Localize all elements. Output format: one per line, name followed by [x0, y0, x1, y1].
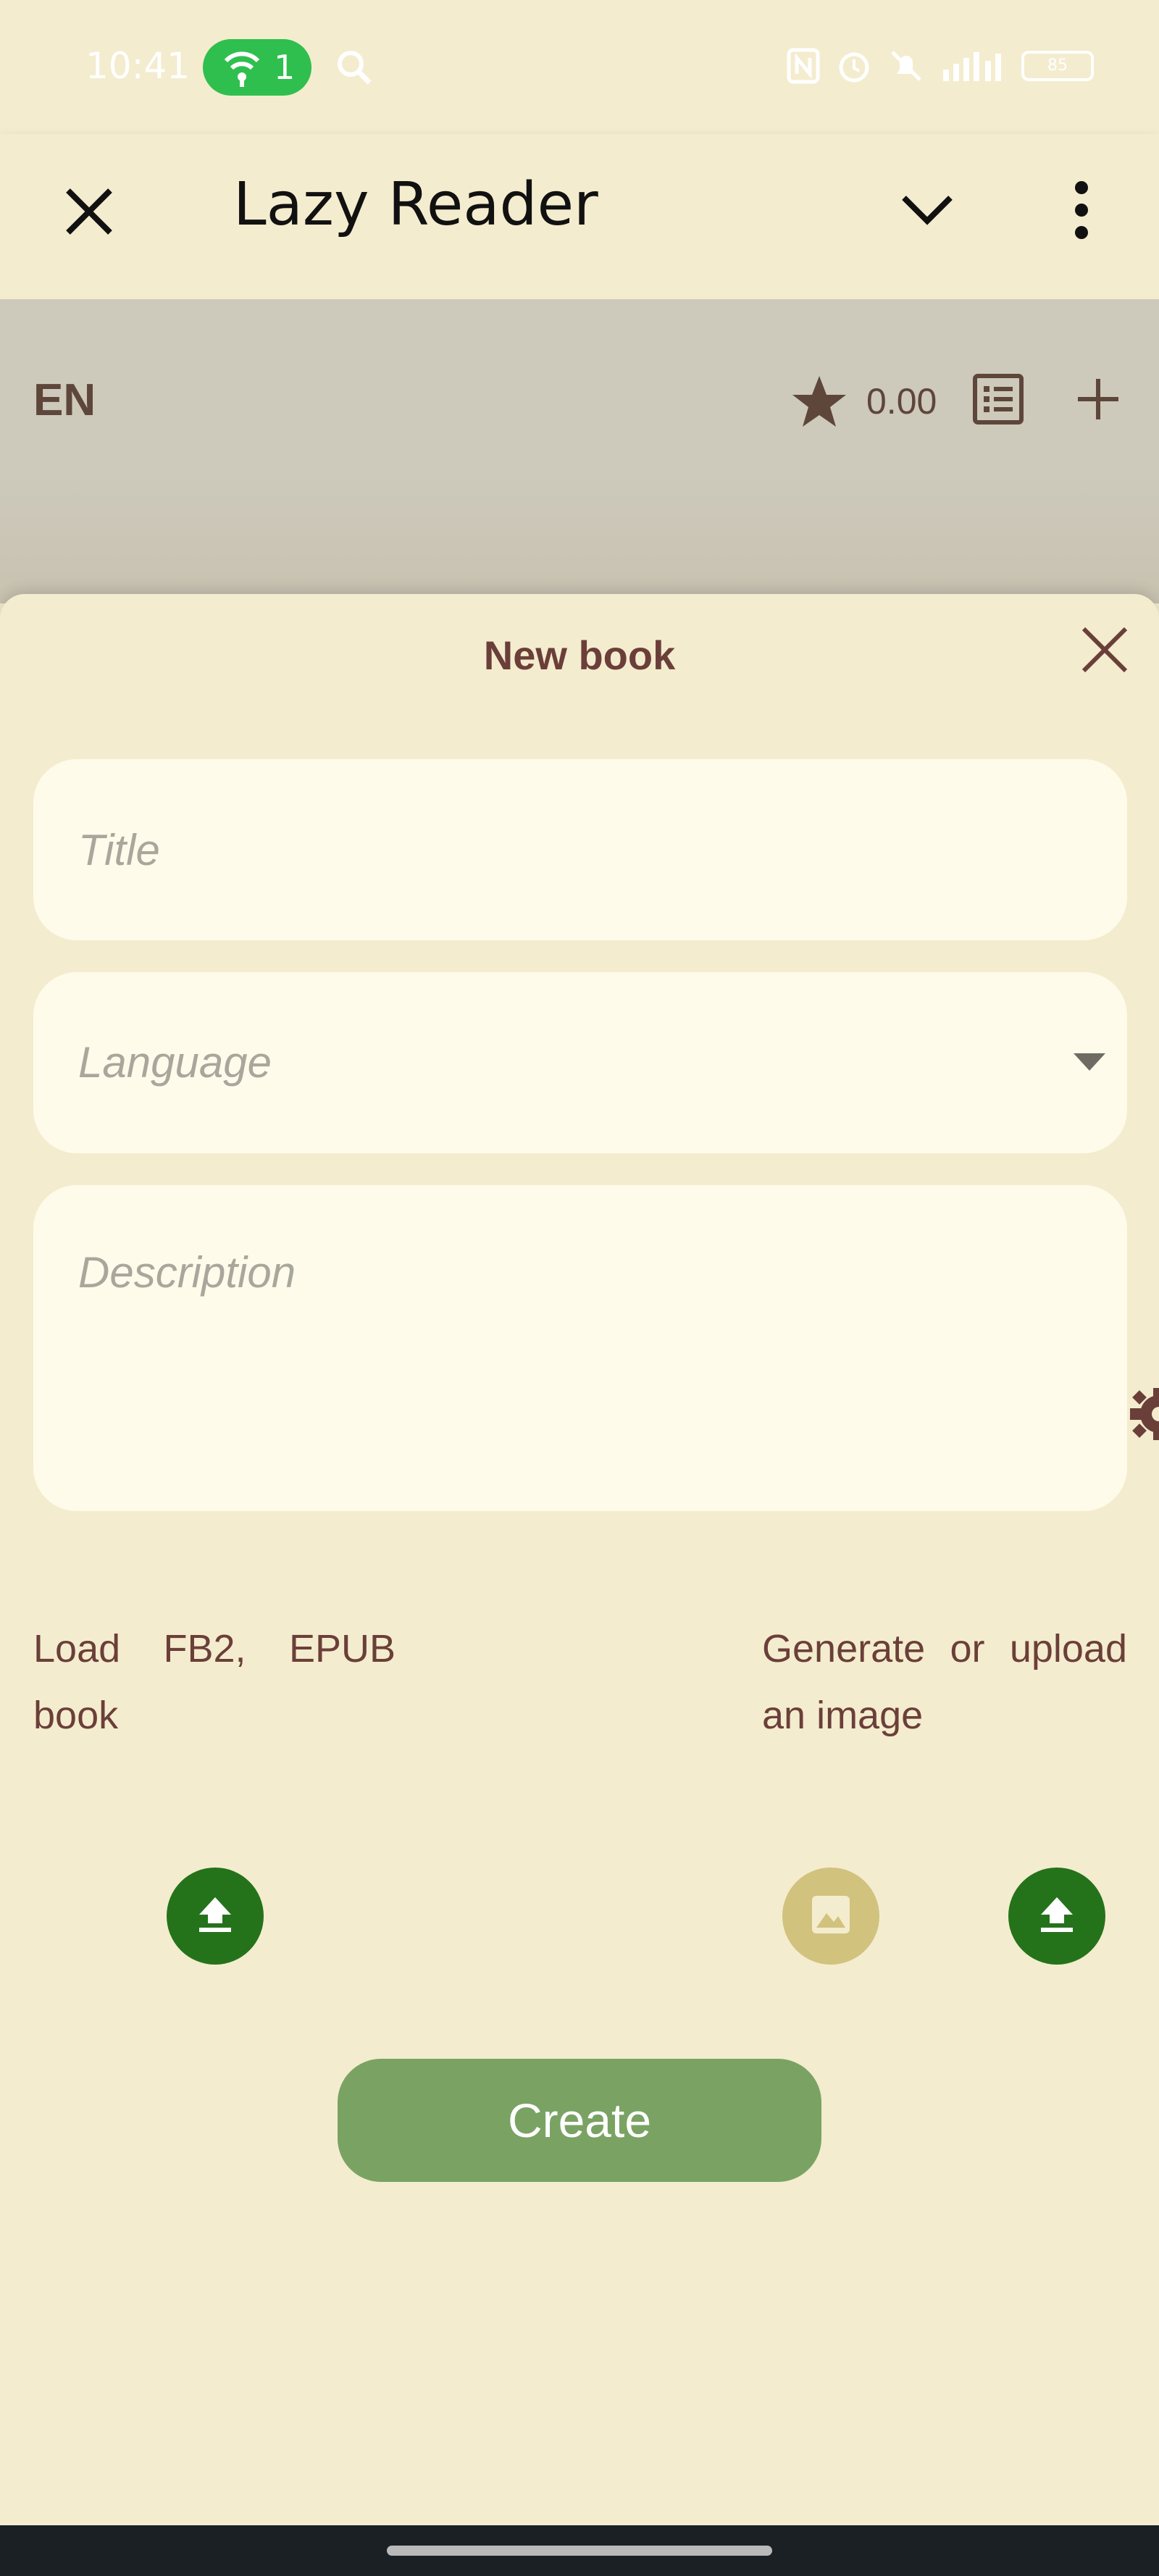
upload-book-button[interactable] — [167, 1868, 264, 1965]
upload-icon — [1037, 1894, 1077, 1939]
status-icons: 85 — [787, 48, 1094, 84]
battery-icon: 85 — [1021, 51, 1094, 81]
hotspot-pill: 1 — [203, 39, 311, 96]
description-field[interactable] — [33, 1185, 1127, 1511]
image-label: Generate or upload an image — [762, 1627, 1127, 1737]
language-placeholder: Language — [78, 1038, 272, 1087]
more-vert-icon[interactable] — [1065, 179, 1098, 245]
dropdown-arrow-icon[interactable] — [1074, 1053, 1105, 1074]
search-icon — [335, 48, 374, 91]
navigation-bar — [0, 2525, 1159, 2576]
star-icon[interactable] — [791, 375, 848, 433]
nfc-icon — [787, 48, 820, 84]
mute-icon — [888, 48, 924, 84]
create-button[interactable]: Create — [338, 2059, 821, 2182]
list-icon[interactable] — [972, 373, 1024, 429]
plus-icon[interactable] — [1074, 375, 1123, 427]
alarm-icon — [836, 48, 872, 84]
hotspot-count: 1 — [274, 48, 296, 87]
title-field[interactable] — [33, 759, 1127, 940]
new-book-sheet: New book Language Load FB2, EPUB book Ge… — [0, 594, 1159, 2525]
sheet-title: New book — [483, 632, 676, 678]
close-icon[interactable] — [61, 183, 117, 243]
description-input[interactable] — [78, 1247, 1020, 1465]
status-time: 10:41 — [85, 45, 191, 87]
load-book-label: Load FB2, EPUB book — [33, 1627, 396, 1737]
generate-image-button[interactable] — [782, 1868, 879, 1965]
upload-image-button[interactable] — [1008, 1868, 1105, 1965]
language-dropdown[interactable]: Language — [33, 972, 1127, 1153]
chevron-down-icon[interactable] — [898, 192, 956, 232]
language-bar: EN 0.00 — [0, 330, 1159, 474]
wifi-hotspot-icon — [222, 45, 262, 96]
close-icon[interactable] — [1079, 624, 1130, 679]
gear-icon[interactable] — [1129, 1384, 1159, 1448]
signal-icon — [940, 48, 1005, 84]
upload-icon — [195, 1894, 235, 1939]
home-handle[interactable] — [387, 2546, 772, 2556]
image-icon — [809, 1893, 853, 1940]
status-bar: 10:41 1 85 — [0, 0, 1159, 134]
language-code[interactable]: EN — [33, 375, 96, 426]
title-input[interactable] — [78, 824, 1020, 875]
app-bar: Lazy Reader — [0, 134, 1159, 299]
app-title: Lazy Reader — [233, 170, 598, 239]
score-value: 0.00 — [866, 381, 937, 422]
